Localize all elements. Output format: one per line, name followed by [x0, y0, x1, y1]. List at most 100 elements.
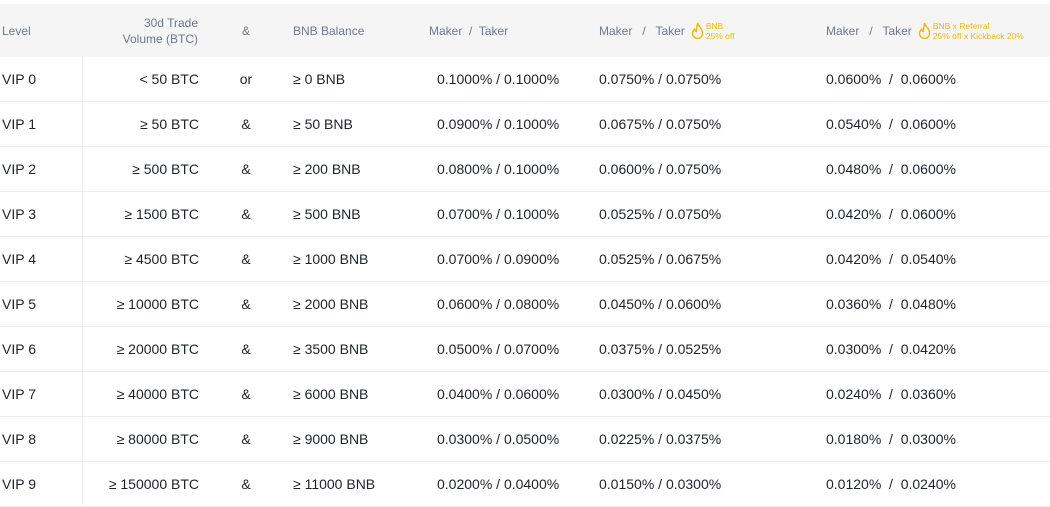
level-cell: VIP 4 [2, 237, 72, 281]
header-maker-taker-bnb-label: Maker / Taker [599, 23, 685, 38]
table-row: VIP 6 ≥ 20000 BTC & ≥ 3500 BNB 0.0500% /… [0, 327, 1050, 372]
maker-taker-referral-cell: 0.0540% / 0.0600% [826, 102, 1026, 146]
maker-taker-bnb-cell: 0.0150% / 0.0300% [599, 462, 749, 506]
header-volume-line1: 30d Trade [143, 15, 198, 30]
volume-value: ≥ 150000 BTC [108, 476, 199, 492]
bnb-promo-line1: BNB [705, 20, 724, 31]
volume-value: ≥ 40000 BTC [116, 386, 199, 402]
maker-taker-cell: 0.0200% / 0.0400% [437, 462, 587, 506]
operator-cell: & [228, 417, 264, 461]
operator-cell: & [228, 327, 264, 371]
maker-taker-referral-cell: 0.0120% / 0.0240% [826, 462, 1026, 506]
volume-cell: ≥ 50 BTC [82, 102, 199, 146]
maker-taker-value: 0.0800% / 0.1000% [437, 161, 560, 177]
volume-cell: ≥ 20000 BTC [82, 327, 199, 371]
level-value: VIP 7 [2, 386, 36, 402]
maker-taker-referral-value: 0.0180% / 0.0300% [826, 431, 956, 447]
maker-taker-value: 0.0300% / 0.0500% [437, 431, 560, 447]
maker-taker-value: 0.0700% / 0.0900% [437, 251, 560, 267]
volume-value: ≥ 1500 BTC [124, 206, 199, 222]
level-value: VIP 2 [2, 161, 36, 177]
header-maker-taker-label: Maker / Taker [429, 23, 509, 38]
table-row: VIP 8 ≥ 80000 BTC & ≥ 9000 BNB 0.0300% /… [0, 417, 1050, 462]
header-bnb-balance-label: BNB Balance [293, 23, 365, 38]
maker-taker-bnb-cell: 0.0300% / 0.0450% [599, 372, 749, 416]
operator-value: & [241, 161, 251, 177]
header-volume: 30d Trade Volume (BTC) [82, 4, 198, 57]
maker-taker-referral-value: 0.0600% / 0.0600% [826, 71, 956, 87]
bnb-balance-value: ≥ 11000 BNB [293, 476, 376, 492]
level-cell: VIP 6 [2, 327, 72, 371]
header-maker-taker: Maker / Taker [429, 4, 579, 57]
maker-taker-bnb-value: 0.0750% / 0.0750% [599, 71, 722, 87]
maker-taker-referral-cell: 0.0240% / 0.0360% [826, 372, 1026, 416]
maker-taker-bnb-cell: 0.0525% / 0.0675% [599, 237, 749, 281]
bnb-balance-value: ≥ 9000 BNB [293, 431, 369, 447]
volume-cell: ≥ 4500 BTC [82, 237, 199, 281]
volume-cell: ≥ 1500 BTC [82, 192, 199, 236]
maker-taker-cell: 0.1000% / 0.1000% [437, 57, 587, 101]
maker-taker-referral-value: 0.0420% / 0.0540% [826, 251, 956, 267]
level-cell: VIP 2 [2, 147, 72, 191]
operator-value: & [241, 386, 251, 402]
level-value: VIP 1 [2, 116, 36, 132]
table-row: VIP 1 ≥ 50 BTC & ≥ 50 BNB 0.0900% / 0.10… [0, 102, 1050, 147]
table-body: VIP 0 < 50 BTC or ≥ 0 BNB 0.1000% / 0.10… [0, 57, 1050, 507]
maker-taker-cell: 0.0800% / 0.1000% [437, 147, 587, 191]
bnb-balance-cell: ≥ 0 BNB [293, 57, 413, 101]
maker-taker-referral-value: 0.0360% / 0.0480% [826, 296, 956, 312]
bnb-balance-value: ≥ 200 BNB [293, 161, 361, 177]
level-value: VIP 6 [2, 341, 36, 357]
bnb-balance-value: ≥ 3500 BNB [293, 341, 369, 357]
maker-taker-cell: 0.0700% / 0.0900% [437, 237, 587, 281]
maker-taker-cell: 0.0600% / 0.0800% [437, 282, 587, 326]
bnb-balance-cell: ≥ 50 BNB [293, 102, 413, 146]
maker-taker-referral-value: 0.0480% / 0.0600% [826, 161, 956, 177]
header-level: Level [2, 4, 72, 57]
volume-value: ≥ 20000 BTC [116, 341, 199, 357]
bnb-balance-cell: ≥ 3500 BNB [293, 327, 413, 371]
maker-taker-value: 0.0400% / 0.0600% [437, 386, 560, 402]
maker-taker-referral-cell: 0.0180% / 0.0300% [826, 417, 1026, 461]
maker-taker-referral-cell: 0.0300% / 0.0420% [826, 327, 1026, 371]
level-cell: VIP 0 [2, 57, 72, 101]
operator-value: & [241, 431, 251, 447]
bnb-balance-value: ≥ 50 BNB [293, 116, 353, 132]
header-maker-taker-bnb: Maker / Taker BNB 25% off [599, 4, 759, 57]
bnb-balance-cell: ≥ 11000 BNB [293, 462, 413, 506]
maker-taker-bnb-cell: 0.0375% / 0.0525% [599, 327, 749, 371]
bnb-balance-value: ≥ 500 BNB [293, 206, 361, 222]
header-bnb-balance: BNB Balance [293, 4, 413, 57]
referral-promo-line1: BNB x Referral [932, 20, 990, 31]
operator-cell: & [228, 237, 264, 281]
maker-taker-referral-cell: 0.0480% / 0.0600% [826, 147, 1026, 191]
maker-taker-bnb-cell: 0.0675% / 0.0750% [599, 102, 749, 146]
header-maker-taker-referral-label: Maker / Taker [826, 23, 912, 38]
operator-value: & [241, 296, 251, 312]
volume-cell: ≥ 80000 BTC [82, 417, 199, 461]
table-row: VIP 4 ≥ 4500 BTC & ≥ 1000 BNB 0.0700% / … [0, 237, 1050, 282]
referral-promo-line2: 25% off x Kickback 20% [932, 30, 1024, 41]
volume-cell: ≥ 500 BTC [82, 147, 199, 191]
level-cell: VIP 1 [2, 102, 72, 146]
bnb-balance-cell: ≥ 1000 BNB [293, 237, 413, 281]
maker-taker-referral-value: 0.0420% / 0.0600% [826, 206, 956, 222]
operator-value: & [241, 116, 251, 132]
maker-taker-referral-cell: 0.0420% / 0.0540% [826, 237, 1026, 281]
operator-value: & [241, 476, 251, 492]
volume-value: < 50 BTC [139, 71, 199, 87]
maker-taker-referral-value: 0.0120% / 0.0240% [826, 476, 956, 492]
level-value: VIP 8 [2, 431, 36, 447]
maker-taker-referral-value: 0.0240% / 0.0360% [826, 386, 956, 402]
bnb-balance-cell: ≥ 9000 BNB [293, 417, 413, 461]
maker-taker-value: 0.0700% / 0.1000% [437, 206, 560, 222]
maker-taker-cell: 0.0400% / 0.0600% [437, 372, 587, 416]
bnb-balance-cell: ≥ 200 BNB [293, 147, 413, 191]
maker-taker-bnb-value: 0.0375% / 0.0525% [599, 341, 722, 357]
maker-taker-bnb-cell: 0.0525% / 0.0750% [599, 192, 749, 236]
operator-cell: & [228, 372, 264, 416]
level-value: VIP 3 [2, 206, 36, 222]
bnb-balance-value: ≥ 6000 BNB [293, 386, 369, 402]
table-row: VIP 3 ≥ 1500 BTC & ≥ 500 BNB 0.0700% / 0… [0, 192, 1050, 237]
maker-taker-cell: 0.0900% / 0.1000% [437, 102, 587, 146]
